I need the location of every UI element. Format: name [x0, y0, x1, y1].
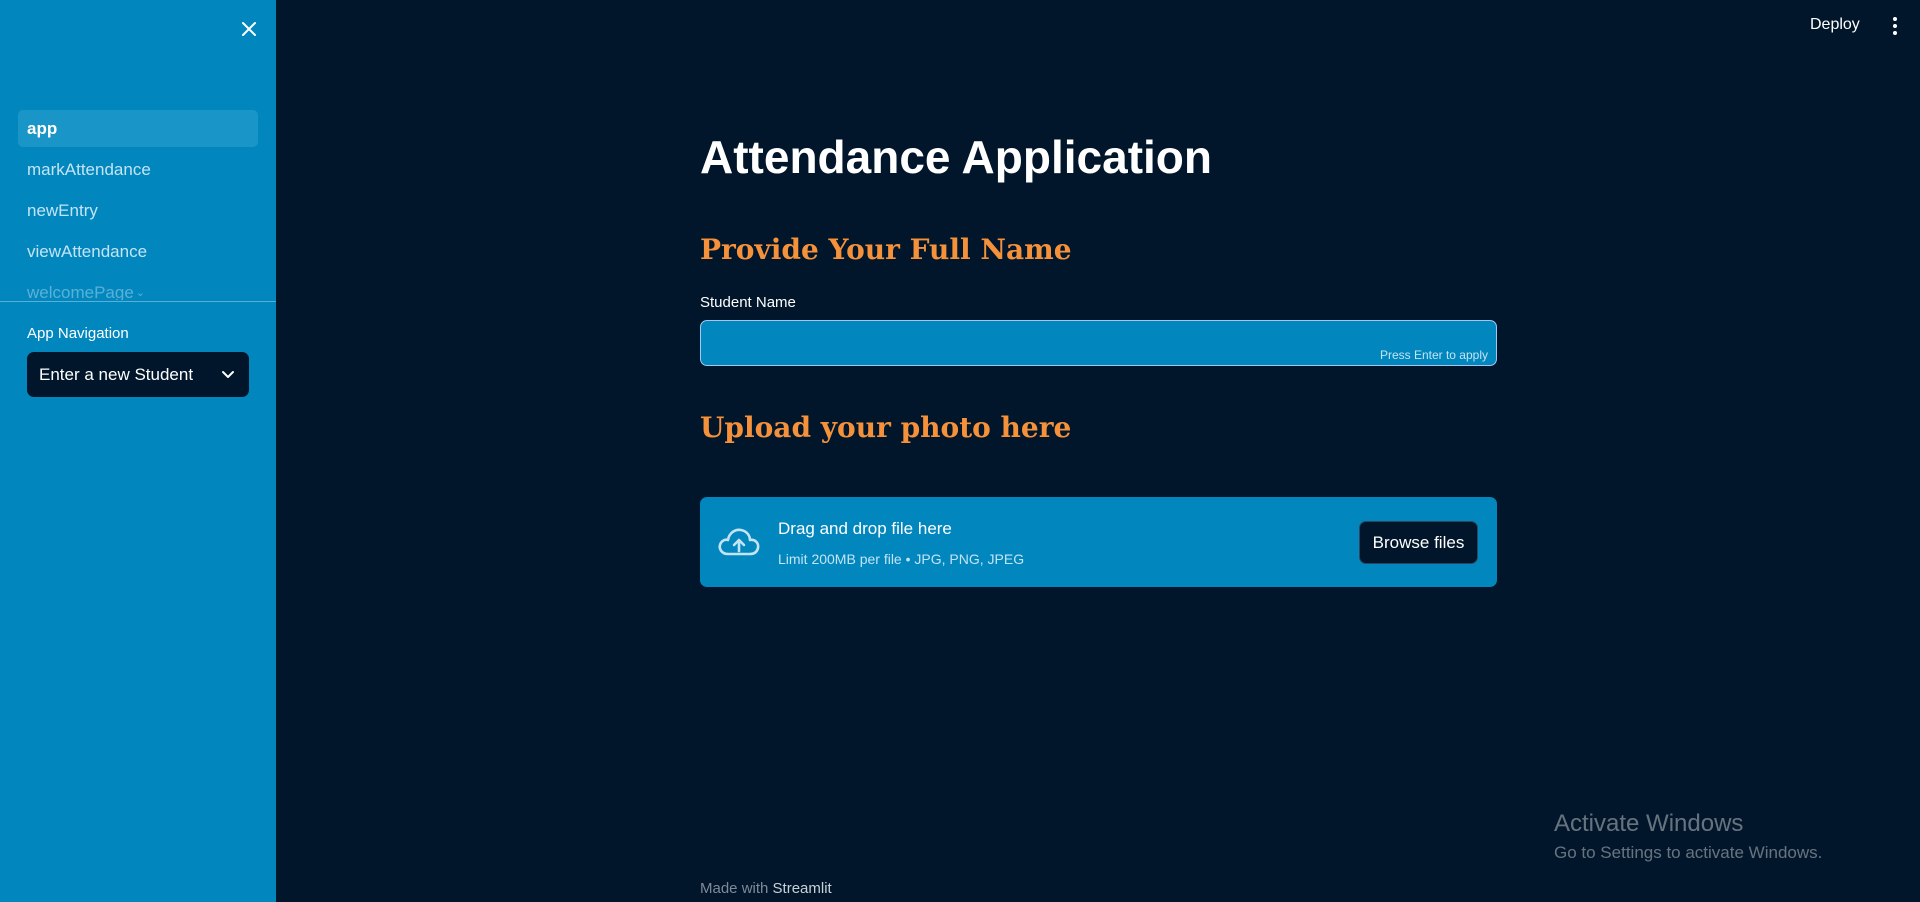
- student-name-input[interactable]: [701, 321, 1496, 365]
- sidebar-item-welcomepage[interactable]: welcomePage ⌄: [18, 274, 258, 301]
- sidebar-item-label: markAttendance: [27, 159, 151, 179]
- more-vert-icon: [1893, 24, 1897, 28]
- select-value: Enter a new Student: [39, 364, 194, 384]
- more-vert-icon: [1893, 31, 1897, 35]
- close-icon: [242, 22, 256, 36]
- page-title: Attendance Application: [700, 131, 1212, 183]
- app-navigation-select[interactable]: Enter a new Student: [27, 352, 249, 397]
- sidebar-item-label: newEntry: [27, 200, 98, 220]
- sidebar-divider: [0, 301, 276, 302]
- sidebar-item-viewattendance[interactable]: viewAttendance: [18, 233, 258, 270]
- dropzone-title: Drag and drop file here: [778, 519, 952, 538]
- sidebar-item-newentry[interactable]: newEntry: [18, 192, 258, 229]
- upload-section-heading: Upload your photo here: [700, 411, 1072, 444]
- file-uploader-dropzone[interactable]: Drag and drop file here Limit 200MB per …: [700, 497, 1497, 587]
- activate-windows-subtitle: Go to Settings to activate Windows.: [1554, 843, 1823, 862]
- sidebar-item-label: app: [27, 118, 58, 138]
- browse-files-button[interactable]: Browse files: [1359, 521, 1478, 564]
- sidebar: app markAttendance newEntry viewAttendan…: [0, 0, 276, 902]
- sidebar-item-label: viewAttendance: [27, 241, 148, 261]
- sidebar-item-markattendance[interactable]: markAttendance: [18, 151, 258, 188]
- student-name-field[interactable]: Press Enter to apply: [700, 320, 1497, 366]
- sidebar-item-label: welcomePage: [27, 282, 134, 301]
- footer-prefix: Made with: [700, 880, 769, 897]
- deploy-button[interactable]: Deploy: [1806, 14, 1864, 36]
- name-section-heading: Provide Your Full Name: [700, 233, 1072, 266]
- input-hint: Press Enter to apply: [1379, 348, 1488, 362]
- streamlit-link[interactable]: Streamlit: [773, 880, 832, 897]
- main-menu-button[interactable]: [1886, 14, 1904, 38]
- app-navigation-label: App Navigation: [27, 325, 129, 342]
- chevron-down-icon[interactable]: ⌄: [136, 286, 145, 299]
- footer: Made with Streamlit: [700, 880, 832, 897]
- more-vert-icon: [1893, 17, 1897, 21]
- activate-windows-title: Activate Windows: [1554, 810, 1744, 837]
- sidebar-item-app[interactable]: app: [18, 110, 258, 147]
- close-sidebar-button[interactable]: [234, 14, 264, 44]
- chevron-down-icon: [222, 370, 234, 378]
- cloud-upload-icon: [718, 528, 760, 556]
- student-name-label: Student Name: [700, 294, 796, 311]
- sidebar-nav: app markAttendance newEntry viewAttendan…: [18, 110, 258, 300]
- dropzone-limits: Limit 200MB per file • JPG, PNG, JPEG: [778, 551, 1025, 567]
